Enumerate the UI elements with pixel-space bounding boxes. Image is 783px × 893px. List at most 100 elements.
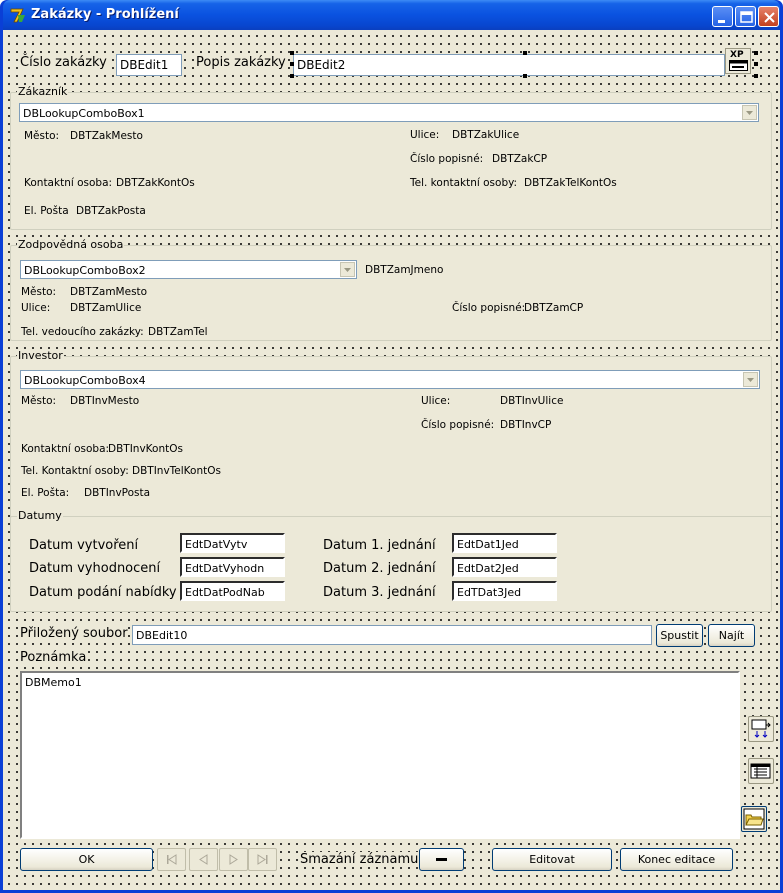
prilozeny-soubor-field[interactable]: DBEdit10 (132, 625, 652, 645)
minus-icon (436, 858, 447, 861)
selection-handle[interactable] (754, 51, 758, 55)
app-logo-icon (10, 8, 25, 23)
ok-button-label: OK (78, 853, 95, 866)
najit-button-label: Najít (718, 629, 745, 642)
prilozeny-soubor-label: Přiložený soubor (20, 626, 128, 641)
ok-button[interactable]: OK (20, 848, 153, 871)
selection-handle[interactable] (523, 51, 527, 55)
close-button[interactable] (758, 6, 779, 27)
selection-handle[interactable] (754, 62, 758, 66)
zakaznik-cp-value: DBTZakCP (492, 153, 548, 165)
zodpovedna-combobox-dropdown[interactable] (340, 262, 355, 277)
maximize-button[interactable] (735, 6, 756, 27)
open-dialog-component[interactable] (741, 806, 767, 832)
nav-prior-button[interactable] (189, 848, 218, 871)
investor-cp-label: Číslo popisné: (421, 419, 495, 431)
zakaznik-posta-label: El. Pošta (24, 205, 69, 217)
selection-handle[interactable] (290, 74, 294, 78)
selection-handle[interactable] (290, 51, 294, 55)
zodpovedna-combobox-value: DBLookupComboBox2 (24, 264, 146, 277)
title-bar[interactable]: Zakázky - Prohlížení (3, 0, 780, 30)
datum-vyhodnoceni-field[interactable]: EdtDatVyhodn (180, 557, 285, 577)
prior-record-icon (199, 854, 208, 865)
investor-combobox-dropdown[interactable] (743, 372, 758, 387)
investor-posta-value: DBTInvPosta (84, 487, 151, 499)
datum-vyhodnoceni-label: Datum vyhodnocení (29, 561, 161, 576)
popis-zakazky-field[interactable]: DBEdit2 (293, 54, 725, 76)
close-icon (764, 12, 775, 23)
zodpovedna-ulice-label: Ulice: (21, 302, 51, 314)
zakaznik-posta-value: DBTZakPosta (76, 205, 146, 217)
selection-handle[interactable] (754, 74, 758, 78)
data-source-component[interactable] (748, 716, 774, 742)
zodpovedna-mesto-label: Město: (21, 286, 57, 298)
selection-handle[interactable] (290, 62, 294, 66)
datum-jed1-field[interactable]: EdtDat1Jed (452, 533, 557, 553)
last-record-icon (257, 854, 268, 865)
datum-jed1-label: Datum 1. jednání (323, 538, 436, 553)
zodpovedna-mesto-value: DBTZamMesto (70, 286, 148, 298)
zakaznik-ulice-value: DBTZakUlice (452, 129, 520, 141)
zodpovedna-tel-label: Tel. vedoucího zakázky: (21, 326, 144, 338)
datum-podani-label: Datum podání nabídky (29, 585, 177, 600)
investor-mesto-label: Město: (21, 395, 57, 407)
first-record-icon (167, 854, 177, 865)
nav-next-button[interactable] (219, 848, 248, 871)
investor-kontakt-value: DBTInvKontOs (108, 443, 183, 455)
konec-editace-button[interactable]: Konec editace (620, 848, 733, 871)
datum-vytvoreni-label: Datum vytvoření (29, 538, 139, 553)
next-record-icon (229, 854, 238, 865)
form-client-area: Číslo zakázky DBEdit1 Popis zakázky DBEd… (3, 30, 780, 890)
chevron-down-icon (344, 268, 351, 272)
application-window: Zakázky - Prohlížení Číslo zakázky DBEdi… (0, 0, 783, 893)
datum-jed2-field[interactable]: EdtDat2Jed (452, 557, 557, 577)
xp-manifest-component[interactable]: XP (725, 48, 751, 74)
editovat-button[interactable]: Editovat (492, 848, 612, 871)
delete-record-button[interactable] (419, 848, 464, 871)
selection-handle[interactable] (523, 74, 527, 78)
konec-editace-button-label: Konec editace (637, 853, 716, 866)
minimize-button[interactable] (712, 6, 733, 27)
window-icon (729, 60, 748, 71)
zakaznik-group-title: Zákazník (17, 85, 69, 98)
zakaznik-tel-value: DBTZakTelKontOs (524, 177, 617, 189)
investor-ulice-value: DBTInvUlice (500, 395, 564, 407)
investor-tel-value: DBTInvTelKontOs (132, 465, 221, 477)
datum-podani-field[interactable]: EdtDatPodNab (180, 581, 285, 601)
table-component[interactable] (748, 758, 774, 784)
zakaznik-tel-label: Tel. kontaktní osoby: (410, 177, 518, 189)
investor-group-title: Investor (17, 349, 64, 362)
datumy-group: Datumy Datum vytvoření EdtDatVytv Datum … (10, 509, 772, 612)
window-title: Zakázky - Prohlížení (31, 7, 179, 22)
zodpovedna-cp-value: DBTZamCP (524, 302, 584, 314)
datum-jed3-field[interactable]: EdTDat3Jed (452, 581, 557, 601)
folder-icon (743, 808, 765, 830)
zakaznik-combobox-value: DBLookupComboBox1 (23, 107, 145, 120)
zodpovedna-cp-label: Číslo popisné: (452, 302, 526, 314)
investor-combobox-value: DBLookupComboBox4 (24, 374, 146, 387)
popis-zakazky-label: Popis zakázky (196, 55, 286, 70)
nav-last-button[interactable] (248, 848, 277, 871)
investor-ulice-label: Ulice: (421, 395, 451, 407)
poznamka-memo[interactable]: DBMemo1 (20, 671, 740, 839)
chevron-down-icon (746, 111, 753, 115)
zakaznik-combobox[interactable]: DBLookupComboBox1 (19, 103, 759, 122)
spustit-button-label: Spustit (660, 629, 699, 642)
cislo-zakazky-field[interactable]: DBEdit1 (116, 54, 182, 76)
zodpovedna-combobox[interactable]: DBLookupComboBox2 (20, 260, 357, 279)
cislo-zakazky-label: Číslo zakázky (20, 55, 107, 70)
zakaznik-kontakt-label: Kontaktní osoba: (24, 177, 113, 189)
zakaznik-mesto-label: Město: (24, 130, 60, 142)
zodpovedna-ulice-value: DBTZamUlice (70, 302, 142, 314)
zakaznik-combobox-dropdown[interactable] (742, 105, 757, 120)
poznamka-label: Poznámka (20, 650, 87, 665)
investor-combobox[interactable]: DBLookupComboBox4 (20, 370, 760, 389)
spustit-button[interactable]: Spustit (656, 624, 703, 647)
maximize-icon (740, 11, 753, 23)
datum-vytvoreni-field[interactable]: EdtDatVytv (180, 533, 285, 553)
najit-button[interactable]: Najít (708, 624, 755, 647)
zodpovedna-group: Zodpovědná osoba DBLookupComboBox2 DBTZa… (10, 238, 772, 341)
table-icon (750, 763, 771, 779)
nav-first-button[interactable] (157, 848, 186, 871)
editovat-button-label: Editovat (529, 853, 575, 866)
